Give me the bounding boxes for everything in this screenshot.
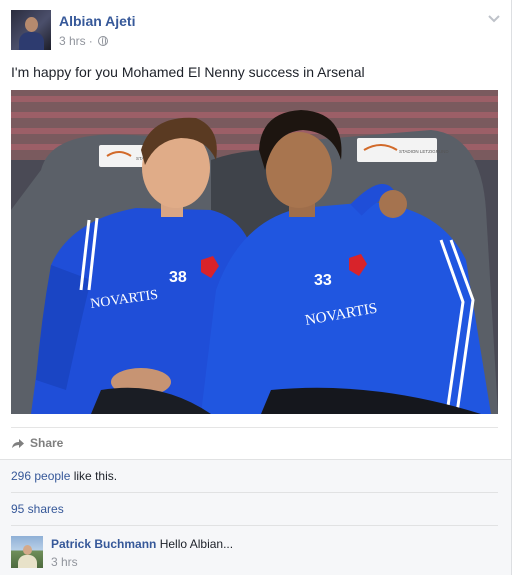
likes-count-link[interactable]: 296 people (11, 469, 70, 483)
facebook-post: Albian Ajeti 3 hrs · I'm happy for you M… (0, 0, 512, 575)
commenter-avatar-head (23, 545, 32, 555)
globe-icon (97, 36, 108, 46)
post-timestamp[interactable]: 3 hrs (59, 34, 86, 48)
post-meta: 3 hrs · (59, 34, 108, 48)
avatar-body (19, 32, 44, 50)
comment: Patrick Buchmann Hello Albian... 3 hrs (11, 525, 498, 575)
chevron-down-icon[interactable] (487, 12, 501, 26)
avatar-head (25, 17, 38, 32)
author-name[interactable]: Albian Ajeti (59, 13, 136, 29)
author-avatar[interactable] (11, 10, 51, 50)
right-jersey-number: 33 (314, 272, 332, 289)
meta-separator: · (88, 34, 93, 48)
comment-text: Hello Albian... (159, 537, 234, 551)
commenter-avatar[interactable] (11, 536, 43, 568)
post-actions: Share (11, 427, 498, 459)
engagement-section: 296 people like this. 95 shares Patrick … (0, 459, 511, 575)
photo-illustration: STADION LETZIGRUND STADION LETZIGRUND 38… (11, 90, 498, 414)
shares-count-link[interactable]: 95 shares (11, 502, 64, 516)
share-label: Share (30, 436, 64, 450)
post-photo[interactable]: STADION LETZIGRUND STADION LETZIGRUND 38… (11, 90, 498, 414)
share-arrow-icon (12, 439, 24, 448)
banner-text-right: STADION LETZIGRUND (399, 149, 449, 154)
commenter-avatar-body (18, 555, 37, 568)
share-button[interactable]: Share (11, 436, 63, 450)
left-jersey-number: 38 (169, 269, 187, 286)
likes-summary: 296 people like this. (11, 460, 498, 492)
comment-timestamp[interactable]: 3 hrs (51, 555, 78, 569)
likes-suffix: like this. (70, 469, 118, 483)
commenter-name[interactable]: Patrick Buchmann (51, 537, 156, 551)
shares-summary: 95 shares (11, 492, 498, 525)
comment-body: Patrick Buchmann Hello Albian... (51, 537, 233, 551)
post-message: I'm happy for you Mohamed El Nenny succe… (11, 64, 365, 80)
post-header: Albian Ajeti 3 hrs · (11, 10, 501, 54)
